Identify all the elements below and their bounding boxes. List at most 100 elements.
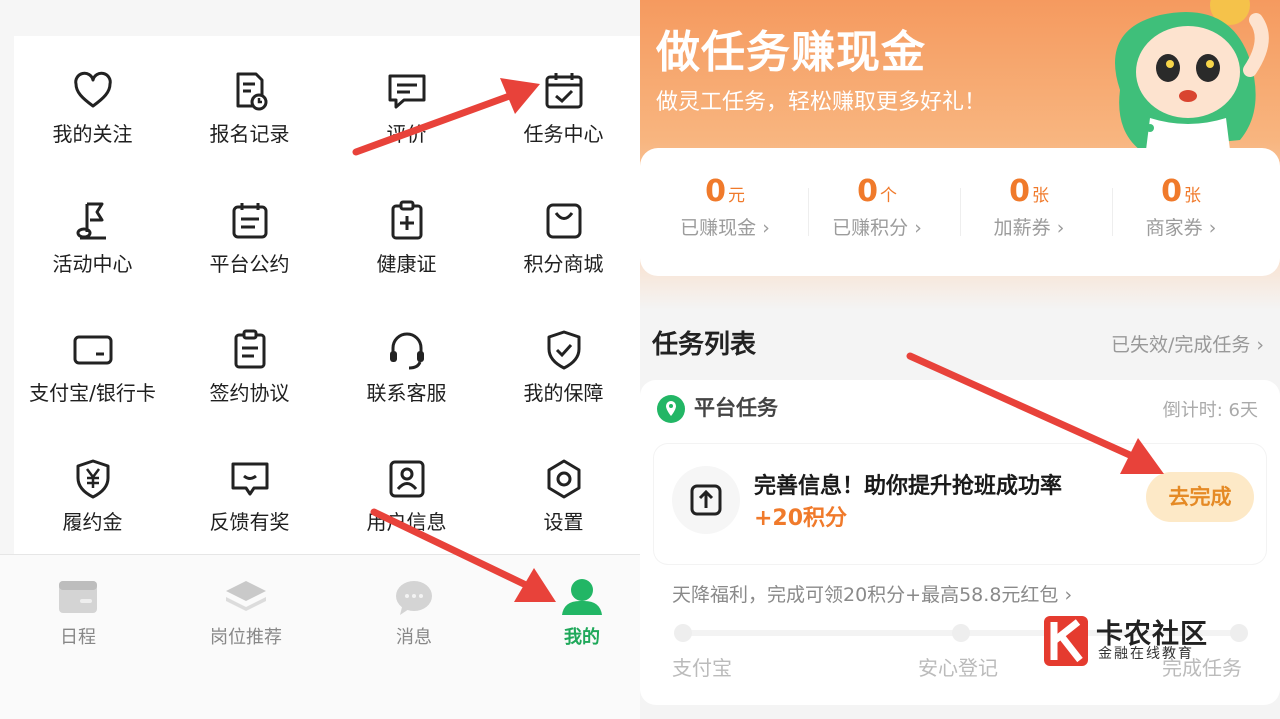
- chat-bubble-icon: [384, 68, 430, 114]
- grid-item-task-center[interactable]: 任务中心: [485, 64, 640, 174]
- tab-label: 岗位推荐: [210, 627, 282, 648]
- gear-icon: [541, 456, 587, 502]
- tab-schedule[interactable]: 日程: [8, 577, 148, 649]
- grid-item-label: 签约协议: [209, 381, 290, 405]
- shield-check-icon: [541, 327, 587, 373]
- grid-item-activities[interactable]: 活动中心: [14, 194, 171, 304]
- feature-grid-card: 我的关注 报名记录 评价 任务中心 活动中心 平台公约 健康证 积分商城 支付宝…: [14, 36, 640, 554]
- card-icon: [70, 327, 116, 373]
- banner-title: 做任务赚现金: [656, 27, 926, 78]
- expired-tasks-link[interactable]: 已失效/完成任务 ›: [1111, 330, 1264, 357]
- grid-item-label: 健康证: [376, 252, 437, 276]
- calendar-doc-icon: [227, 198, 273, 244]
- grid-item-label: 用户信息: [366, 510, 447, 534]
- feedback-icon: [227, 456, 273, 502]
- stat-unit: 张: [1031, 186, 1049, 206]
- grid-item-label: 积分商城: [523, 252, 604, 276]
- banner-subtitle: 做灵工任务，轻松赚取更多好礼！: [656, 90, 987, 115]
- grid-item-label: 联系客服: [366, 381, 447, 405]
- stat-value: 0: [857, 174, 878, 209]
- grid-item-points-mall[interactable]: 积分商城: [485, 194, 640, 304]
- grid-item-health-cert[interactable]: 健康证: [328, 194, 485, 304]
- chevron-right-icon: ›: [1064, 584, 1073, 606]
- user-card-icon: [384, 456, 430, 502]
- grid-item-label: 我的关注: [52, 122, 133, 146]
- stat-label: 已赚现金: [680, 217, 757, 239]
- bonus-link[interactable]: 天降福利，完成可领20积分+最高58.8元红包 ›: [672, 580, 1072, 607]
- grid-item-follow[interactable]: 我的关注: [14, 64, 171, 174]
- clipboard-icon: [227, 327, 273, 373]
- medical-clipboard-icon: [384, 198, 430, 244]
- grid-item-protection[interactable]: 我的保障: [485, 323, 640, 433]
- document-clock-icon: [227, 68, 273, 114]
- right-panel: 做任务赚现金 做灵工任务，轻松赚取更多好礼！ 0元 已赚现金 › 0个 已赚积分…: [640, 0, 1280, 719]
- grid-item-feedback[interactable]: 反馈有奖: [171, 452, 328, 562]
- step-label: 支付宝: [672, 656, 732, 680]
- stat-value: 0: [705, 174, 726, 209]
- tab-label: 日程: [60, 627, 96, 648]
- step-dot: [1230, 624, 1248, 642]
- schedule-icon: [56, 577, 100, 617]
- tab-mine[interactable]: 我的: [512, 577, 640, 649]
- task-list-title: 任务列表: [652, 330, 757, 360]
- step-dot: [952, 624, 970, 642]
- flag-icon: [70, 198, 116, 244]
- bonus-text: 天降福利，完成可领20积分+最高58.8元红包: [672, 584, 1059, 606]
- grid-item-label: 设置: [543, 510, 584, 534]
- stat-label: 已赚积分: [832, 217, 909, 239]
- grid-item-label: 活动中心: [52, 252, 133, 276]
- calendar-check-icon: [541, 68, 587, 114]
- left-panel: 我的关注 报名记录 评价 任务中心 活动中心 平台公约 健康证 积分商城 支付宝…: [0, 0, 640, 719]
- stat-unit: 张: [1183, 186, 1201, 206]
- chevron-right-icon: ›: [1056, 217, 1065, 239]
- grid-item-label: 任务中心: [523, 122, 604, 146]
- upload-icon: [690, 484, 722, 516]
- stat-cash[interactable]: 0元 已赚现金 ›: [650, 174, 800, 240]
- grid-item-contract[interactable]: 签约协议: [171, 323, 328, 433]
- step-dot: [674, 624, 692, 642]
- tab-job-recommend[interactable]: 岗位推荐: [176, 577, 316, 649]
- tab-messages[interactable]: 消息: [344, 577, 484, 649]
- grid-item-platform-rules[interactable]: 平台公约: [171, 194, 328, 304]
- stat-value: 0: [1009, 174, 1030, 209]
- grid-item-settings[interactable]: 设置: [485, 452, 640, 562]
- stat-value: 0: [1161, 174, 1182, 209]
- grid-item-review[interactable]: 评价: [328, 64, 485, 174]
- upload-icon-container: [672, 466, 740, 534]
- grid-item-label: 评价: [386, 122, 427, 146]
- shopping-bag-icon: [541, 198, 587, 244]
- stat-raise-coupon[interactable]: 0张 加薪券 ›: [954, 174, 1104, 240]
- stat-label: 商家券: [1145, 217, 1203, 239]
- expired-tasks-label: 已失效/完成任务: [1110, 334, 1251, 356]
- grid-item-signup-records[interactable]: 报名记录: [171, 64, 328, 174]
- grid-item-label: 支付宝/银行卡: [29, 381, 156, 405]
- countdown-text: 倒计时: 6天: [1162, 400, 1258, 421]
- layers-icon: [224, 577, 268, 617]
- chevron-right-icon: ›: [1208, 217, 1217, 239]
- stat-unit: 个: [879, 186, 897, 206]
- stat-merchant-coupon[interactable]: 0张 商家券 ›: [1106, 174, 1256, 240]
- yen-shield-icon: [70, 456, 116, 502]
- stat-points[interactable]: 0个 已赚积分 ›: [802, 174, 952, 240]
- tab-label: 消息: [396, 627, 432, 648]
- grid-item-label: 反馈有奖: [209, 510, 290, 534]
- person-icon: [560, 577, 604, 617]
- task-points: +20积分: [754, 506, 848, 531]
- stat-label: 加薪券: [993, 217, 1051, 239]
- message-icon: [392, 577, 436, 617]
- bottom-tab-bar: 日程 岗位推荐 消息 我的: [0, 554, 640, 719]
- grid-item-label: 履约金: [62, 510, 123, 534]
- complete-task-button[interactable]: 去完成: [1146, 472, 1254, 522]
- location-pin-icon: [657, 395, 685, 423]
- grid-item-user-info[interactable]: 用户信息: [328, 452, 485, 562]
- tab-label: 我的: [564, 627, 600, 648]
- grid-item-deposit[interactable]: 履约金: [14, 452, 171, 562]
- grid-item-customer-service[interactable]: 联系客服: [328, 323, 485, 433]
- watermark-subtitle: 金融在线教育: [1098, 646, 1194, 662]
- step-label: 安心登记: [918, 656, 998, 680]
- grid-item-payment-card[interactable]: 支付宝/银行卡: [14, 323, 171, 433]
- task-title: 完善信息！助你提升抢班成功率: [754, 474, 1063, 499]
- chevron-right-icon: ›: [762, 217, 770, 239]
- task-category: 平台任务: [694, 396, 778, 420]
- stat-unit: 元: [727, 186, 745, 206]
